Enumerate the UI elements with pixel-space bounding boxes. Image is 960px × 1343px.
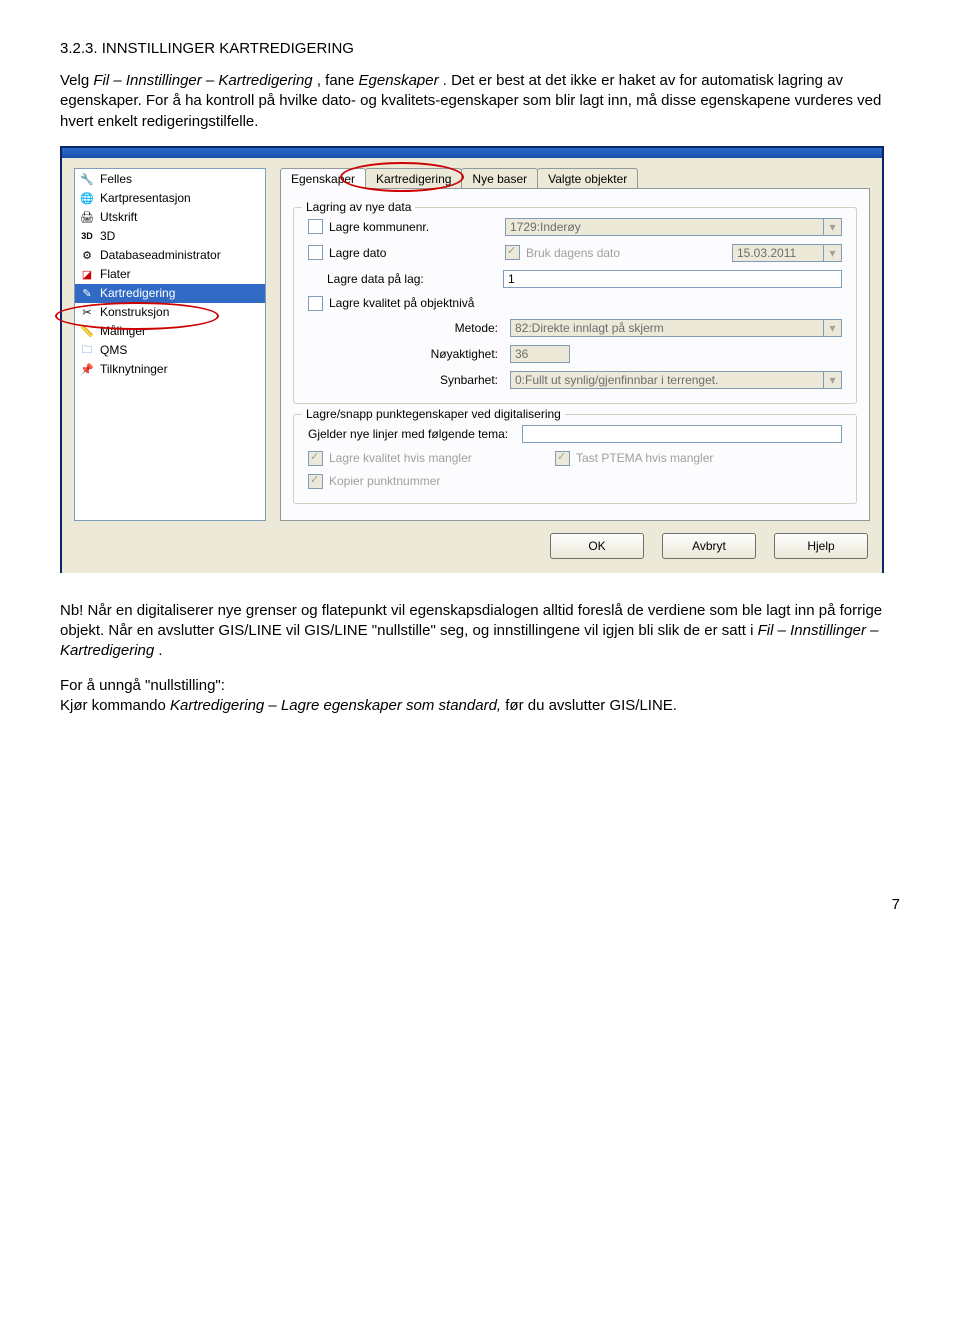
field-label: Metode: xyxy=(388,321,504,335)
avoid-reset-paragraph: For å unngå "nullstilling": Kjør kommand… xyxy=(60,676,900,717)
sidebar-item-label: Konstruksjon xyxy=(100,305,169,319)
chevron-down-icon: ▾ xyxy=(823,218,842,236)
checkbox-lagre-kommunenr[interactable] xyxy=(308,219,323,234)
chevron-down-icon: ▾ xyxy=(823,319,842,337)
group-legend: Lagring av nye data xyxy=(302,200,415,214)
sidebar-item-kartredigering[interactable]: ✎ Kartredigering xyxy=(75,284,265,303)
checkbox-tast-ptema xyxy=(555,451,570,466)
sidebar-item-databaseadmin[interactable]: ⚙ Databaseadministrator xyxy=(75,246,265,265)
tab-valgte-objekter[interactable]: Valgte objekter xyxy=(537,168,638,188)
field-label: Synbarhet: xyxy=(388,373,504,387)
lag-field[interactable]: 1 xyxy=(503,270,842,288)
dato-field: 15.03.2011 xyxy=(732,244,823,262)
checkbox-label: Lagre kvalitet hvis mangler xyxy=(329,451,549,465)
tema-field[interactable] xyxy=(522,425,842,443)
sidebar-item-konstruksjon[interactable]: ✂ Konstruksjon xyxy=(75,303,265,322)
tab-nye-baser[interactable]: Nye baser xyxy=(461,168,538,188)
sidebar-item-tilknytninger[interactable]: 📌 Tilknytninger xyxy=(75,360,265,379)
checkbox-lagre-kvalitet-mangler xyxy=(308,451,323,466)
ruler-icon: 📏 xyxy=(79,323,95,339)
tab-egenskaper[interactable]: Egenskaper xyxy=(280,168,366,189)
tab-panel-egenskaper: Lagring av nye data Lagre kommunenr. 172… xyxy=(280,188,870,521)
text: Velg xyxy=(60,72,93,89)
sidebar-item-label: Kartredigering xyxy=(100,286,175,300)
sidebar-item-felles[interactable]: 🔧 Felles xyxy=(75,170,265,189)
ok-button[interactable]: OK xyxy=(550,533,644,559)
sidebar-item-label: Tilknytninger xyxy=(100,362,168,376)
tab-kartredigering[interactable]: Kartredigering xyxy=(365,168,462,188)
text: før du avslutter GIS/LINE. xyxy=(505,697,677,714)
group-lagring-nye-data: Lagring av nye data Lagre kommunenr. 172… xyxy=(293,207,857,404)
text: For å unngå "nullstilling": xyxy=(60,677,225,694)
folder-icon: 🗀 xyxy=(79,342,95,358)
checkbox-lagre-kvalitet-objektnivaa[interactable] xyxy=(308,296,323,311)
checkbox-label: Lagre kommunenr. xyxy=(329,220,499,234)
kommune-field: 1729:Inderøy xyxy=(505,218,823,236)
field-label: Nøyaktighet: xyxy=(388,347,504,361)
group-lagre-snapp-punktegenskaper: Lagre/snapp punktegenskaper ved digitali… xyxy=(293,414,857,504)
tab-bar: Egenskaper Kartredigering Nye baser Valg… xyxy=(280,168,870,188)
sidebar-item-label: Kartpresentasjon xyxy=(100,191,191,205)
checkbox-label: Tast PTEMA hvis mangler xyxy=(576,451,713,465)
text: , fane xyxy=(317,72,359,89)
sidebar-item-kartpresentasjon[interactable]: 🌐 Kartpresentasjon xyxy=(75,189,265,208)
note-paragraph: Nb! Når en digitaliserer nye grenser og … xyxy=(60,601,900,662)
menu-path: Kartredigering – Lagre egenskaper som st… xyxy=(170,697,505,714)
field-label: Gjelder nye linjer med følgende tema: xyxy=(308,427,508,441)
field-label: Lagre data på lag: xyxy=(327,272,497,286)
text: . xyxy=(158,642,162,659)
sidebar-item-label: Utskrift xyxy=(100,210,137,224)
page-number: 7 xyxy=(60,896,900,913)
checkbox-label: Lagre dato xyxy=(329,246,499,260)
3d-icon: 3D xyxy=(79,228,95,244)
checkbox-lagre-dato[interactable] xyxy=(308,245,323,260)
settings-dialog: 🔧 Felles 🌐 Kartpresentasjon 🖨 Utskrift 3… xyxy=(60,146,884,573)
avbryt-button[interactable]: Avbryt xyxy=(662,533,756,559)
sidebar-item-qms[interactable]: 🗀 QMS xyxy=(75,341,265,360)
map-edit-icon: ✎ xyxy=(79,285,95,301)
settings-category-list[interactable]: 🔧 Felles 🌐 Kartpresentasjon 🖨 Utskrift 3… xyxy=(74,168,266,521)
gear-icon: ⚙ xyxy=(79,247,95,263)
checkbox-label: Lagre kvalitet på objektnivå xyxy=(329,296,474,310)
printer-icon: 🖨 xyxy=(79,209,95,225)
sidebar-item-utskrift[interactable]: 🖨 Utskrift xyxy=(75,208,265,227)
sidebar-item-label: Felles xyxy=(100,172,132,186)
checkbox-kopier-punktnummer xyxy=(308,474,323,489)
tab-name: Egenskaper xyxy=(359,72,439,89)
dialog-buttons: OK Avbryt Hjelp xyxy=(62,521,882,573)
sidebar-item-label: QMS xyxy=(100,343,127,357)
noyaktighet-field: 36 xyxy=(510,345,570,363)
sidebar-item-label: Databaseadministrator xyxy=(100,248,221,262)
hjelp-button[interactable]: Hjelp xyxy=(774,533,868,559)
tool-icon: 🔧 xyxy=(79,171,95,187)
synbarhet-field: 0:Fullt ut synlig/gjenfinnbar i terrenge… xyxy=(510,371,823,389)
chevron-down-icon: ▾ xyxy=(823,371,842,389)
checkbox-bruk-dagens-dato xyxy=(505,245,520,260)
globe-icon: 🌐 xyxy=(79,190,95,206)
metode-field: 82:Direkte innlagt på skjerm xyxy=(510,319,823,337)
sidebar-item-label: Målinger xyxy=(100,324,146,338)
surfaces-icon: ◪ xyxy=(79,266,95,282)
checkbox-label: Kopier punktnummer xyxy=(329,474,440,488)
sidebar-item-maalinger[interactable]: 📏 Målinger xyxy=(75,322,265,341)
pin-icon: 📌 xyxy=(79,361,95,377)
menu-path: Fil – Innstillinger – Kartredigering xyxy=(93,72,312,89)
chevron-down-icon: ▾ xyxy=(823,244,842,262)
sidebar-item-3d[interactable]: 3D 3D xyxy=(75,227,265,246)
sidebar-item-flater[interactable]: ◪ Flater xyxy=(75,265,265,284)
group-legend: Lagre/snapp punktegenskaper ved digitali… xyxy=(302,407,565,421)
dialog-titlebar xyxy=(62,148,882,158)
section-heading: 3.2.3. INNSTILLINGER KARTREDIGERING xyxy=(60,40,900,57)
checkbox-label: Bruk dagens dato xyxy=(526,246,726,260)
sidebar-item-label: 3D xyxy=(100,229,115,243)
intro-paragraph: Velg Fil – Innstillinger – Kartredigerin… xyxy=(60,71,900,132)
text: Nb! xyxy=(60,602,88,619)
construction-icon: ✂ xyxy=(79,304,95,320)
text: Kjør kommando xyxy=(60,697,170,714)
sidebar-item-label: Flater xyxy=(100,267,131,281)
